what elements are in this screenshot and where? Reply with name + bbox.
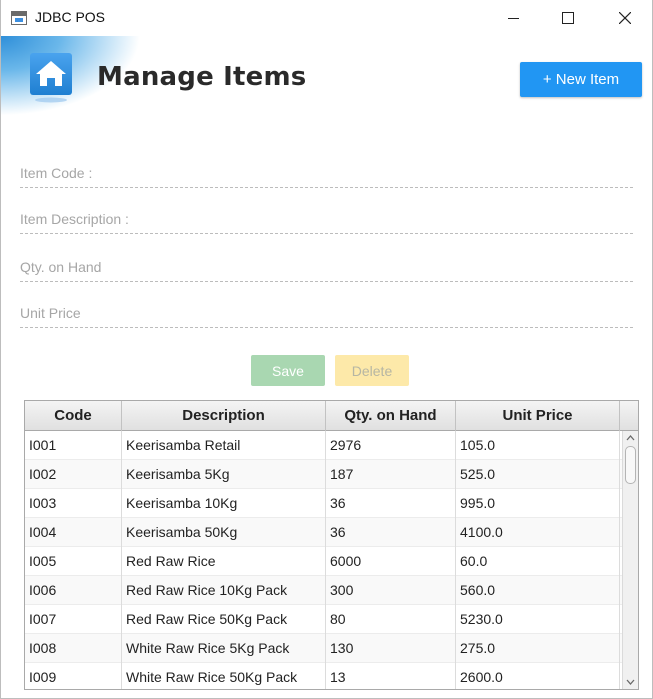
cell-code: I005 xyxy=(25,547,122,576)
cell-unit-price: 105.0 xyxy=(456,431,620,460)
cell-unit-price: 60.0 xyxy=(456,547,620,576)
table-row[interactable]: I007 Red Raw Rice 50Kg Pack 80 5230.0 xyxy=(25,605,622,634)
cell-code: I008 xyxy=(25,634,122,663)
cell-qty-on-hand: 36 xyxy=(326,489,456,518)
column-header-filler xyxy=(620,401,638,431)
app-window: JDBC POS Manage Items + New Item Item Co… xyxy=(0,0,653,699)
delete-button[interactable]: Delete xyxy=(335,355,409,386)
table-row[interactable]: I008 White Raw Rice 5Kg Pack 130 275.0 xyxy=(25,634,622,663)
cell-qty-on-hand: 130 xyxy=(326,634,456,663)
cell-qty-on-hand: 2976 xyxy=(326,431,456,460)
table-row[interactable]: I001 Keerisamba Retail 2976 105.0 xyxy=(25,431,622,460)
window-title: JDBC POS xyxy=(35,9,106,25)
item-code-input[interactable] xyxy=(20,158,633,187)
cell-code: I009 xyxy=(25,663,122,689)
cell-description: Keerisamba 50Kg xyxy=(122,518,326,547)
column-header-unit-price[interactable]: Unit Price xyxy=(456,401,620,431)
cell-code: I006 xyxy=(25,576,122,605)
item-description-input[interactable] xyxy=(20,204,633,233)
vertical-scrollbar[interactable] xyxy=(622,431,638,689)
qty-on-hand-input[interactable] xyxy=(20,252,633,281)
cell-qty-on-hand: 6000 xyxy=(326,547,456,576)
cell-code: I002 xyxy=(25,460,122,489)
cell-unit-price: 275.0 xyxy=(456,634,620,663)
cell-description: Keerisamba 5Kg xyxy=(122,460,326,489)
cell-unit-price: 525.0 xyxy=(456,460,620,489)
scroll-up-arrow-icon[interactable] xyxy=(623,431,638,445)
unit-price-input[interactable] xyxy=(20,298,633,327)
home-icon xyxy=(30,53,72,103)
cell-code: I007 xyxy=(25,605,122,634)
scroll-down-arrow-icon[interactable] xyxy=(623,675,638,689)
cell-description: White Raw Rice 50Kg Pack xyxy=(122,663,326,689)
cell-unit-price: 5230.0 xyxy=(456,605,620,634)
maximize-button[interactable] xyxy=(545,0,591,36)
window-icon xyxy=(11,11,27,25)
cell-description: Keerisamba 10Kg xyxy=(122,489,326,518)
table-row[interactable]: I006 Red Raw Rice 10Kg Pack 300 560.0 xyxy=(25,576,622,605)
cell-unit-price: 995.0 xyxy=(456,489,620,518)
cell-qty-on-hand: 300 xyxy=(326,576,456,605)
save-button[interactable]: Save xyxy=(251,355,325,386)
page-title: Manage Items xyxy=(97,62,307,92)
item-description-field xyxy=(20,204,633,234)
cell-code: I001 xyxy=(25,431,122,460)
table-row[interactable]: I005 Red Raw Rice 6000 60.0 xyxy=(25,547,622,576)
table-row[interactable]: I009 White Raw Rice 50Kg Pack 13 2600.0 xyxy=(25,663,622,689)
cell-description: Red Raw Rice 50Kg Pack xyxy=(122,605,326,634)
cell-description: White Raw Rice 5Kg Pack xyxy=(122,634,326,663)
scrollbar-thumb[interactable] xyxy=(625,446,636,484)
table-header: Code Description Qty. on Hand Unit Price xyxy=(25,401,638,431)
table-row[interactable]: I002 Keerisamba 5Kg 187 525.0 xyxy=(25,460,622,489)
cell-unit-price: 560.0 xyxy=(456,576,620,605)
qty-on-hand-field xyxy=(20,252,633,282)
cell-code: I003 xyxy=(25,489,122,518)
unit-price-field xyxy=(20,298,633,328)
cell-qty-on-hand: 36 xyxy=(326,518,456,547)
title-bar: JDBC POS xyxy=(1,0,652,36)
cell-qty-on-hand: 80 xyxy=(326,605,456,634)
item-code-field xyxy=(20,158,633,188)
cell-description: Keerisamba Retail xyxy=(122,431,326,460)
column-header-description[interactable]: Description xyxy=(122,401,326,431)
items-table: Code Description Qty. on Hand Unit Price… xyxy=(24,400,639,690)
table-body: I001 Keerisamba Retail 2976 105.0 I002 K… xyxy=(25,431,622,689)
column-header-qty-on-hand[interactable]: Qty. on Hand xyxy=(326,401,456,431)
cell-qty-on-hand: 13 xyxy=(326,663,456,689)
close-icon xyxy=(619,12,631,24)
close-button[interactable] xyxy=(601,0,647,36)
cell-code: I004 xyxy=(25,518,122,547)
cell-description: Red Raw Rice xyxy=(122,547,326,576)
cell-qty-on-hand: 187 xyxy=(326,460,456,489)
table-row[interactable]: I004 Keerisamba 50Kg 36 4100.0 xyxy=(25,518,622,547)
minimize-button[interactable] xyxy=(491,0,537,36)
cell-unit-price: 2600.0 xyxy=(456,663,620,689)
column-header-code[interactable]: Code xyxy=(25,401,122,431)
cell-description: Red Raw Rice 10Kg Pack xyxy=(122,576,326,605)
new-item-button[interactable]: + New Item xyxy=(520,62,642,97)
cell-unit-price: 4100.0 xyxy=(456,518,620,547)
table-row[interactable]: I003 Keerisamba 10Kg 36 995.0 xyxy=(25,489,622,518)
